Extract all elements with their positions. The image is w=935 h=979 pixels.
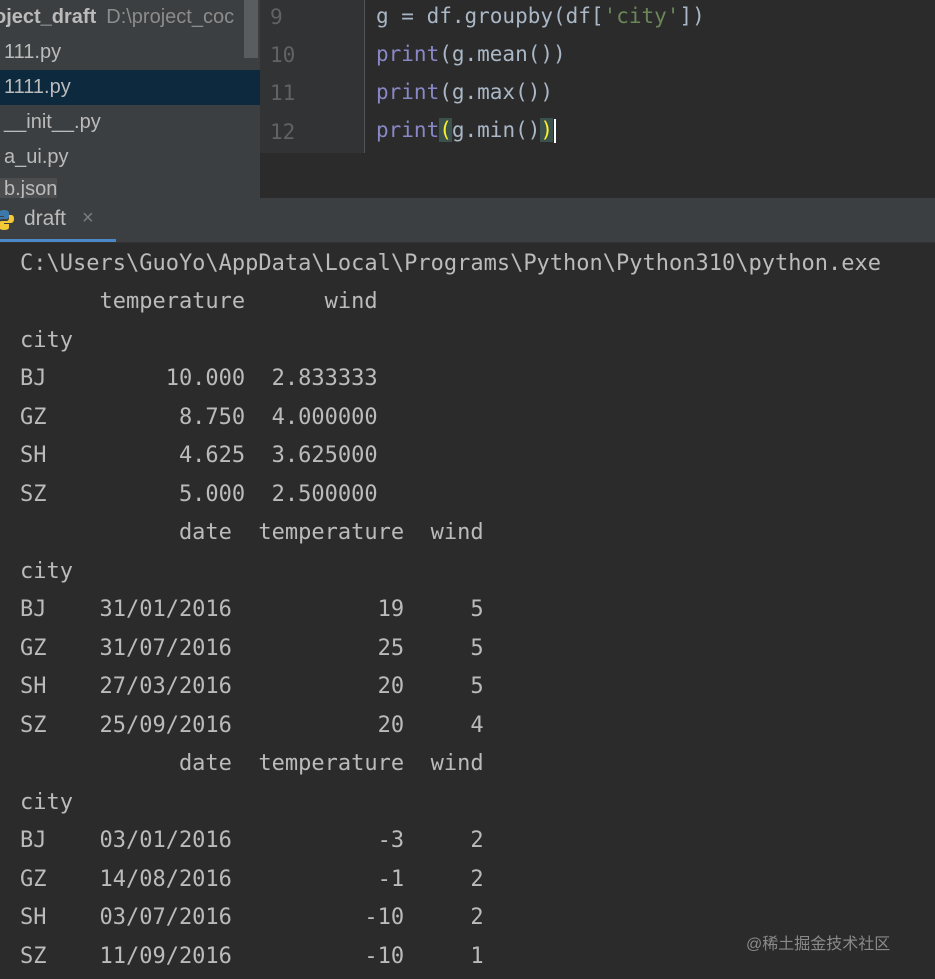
tree-file-a-ui[interactable]: a_ui.py	[0, 140, 260, 175]
project-root-path: D:\project_coc	[106, 6, 235, 28]
console-line: SH 4.625 3.625000	[20, 443, 378, 468]
matched-paren-close: )	[540, 118, 554, 142]
code-line[interactable]: print(g.min())	[376, 118, 557, 143]
console-line: city	[20, 559, 73, 584]
console-line: BJ 10.000 2.833333	[20, 366, 378, 391]
console-line: date temperature wind	[20, 751, 484, 776]
builtin-print: print	[376, 42, 440, 66]
string-literal: 'city'	[603, 4, 680, 28]
line-number: 10	[270, 43, 296, 67]
tree-file-b-json[interactable]: b.json	[0, 172, 260, 198]
gutter-divider	[364, 0, 365, 153]
project-root-name: oject_draft	[0, 6, 97, 28]
file-label: b.json	[0, 178, 58, 198]
file-label: a_ui.py	[4, 146, 69, 168]
tree-scrollbar[interactable]	[244, 0, 258, 58]
code-line[interactable]: print(g.max())	[376, 80, 553, 104]
run-toolwindow-header: draft ×	[0, 198, 935, 243]
text-caret	[554, 119, 557, 143]
console-line: GZ 8.750 4.000000	[20, 405, 378, 430]
close-icon[interactable]: ×	[82, 207, 94, 230]
line-number: 12	[270, 120, 296, 144]
code-text: (g.mean())	[439, 42, 566, 66]
console-line: SZ 5.000 2.500000	[20, 482, 378, 507]
console-line: temperature wind	[20, 289, 378, 314]
line-number: 9	[270, 5, 283, 29]
watermark-text: @稀土掘金技术社区	[746, 936, 891, 953]
console-line: BJ 03/01/2016 -3 2	[20, 828, 484, 853]
console-line: SH 03/07/2016 -10 2	[20, 905, 484, 930]
console-line: date temperature wind	[20, 520, 484, 545]
editor-empty-area[interactable]	[260, 153, 935, 198]
code-text: (g.max())	[439, 80, 554, 104]
code-line[interactable]: print(g.mean())	[376, 42, 566, 66]
project-panel: oject_draft D:\project_coc 111.py 1111.py…	[0, 0, 260, 198]
console-line: city	[20, 328, 73, 353]
builtin-print: print	[376, 118, 440, 142]
project-root-node[interactable]: oject_draft D:\project_coc	[0, 0, 254, 35]
tree-file-init[interactable]: __init__.py	[0, 105, 260, 140]
file-label: 111.py	[4, 41, 62, 63]
matched-paren-open: (	[439, 118, 452, 142]
code-line[interactable]: g = df.groupby(df['city'])	[376, 4, 705, 28]
python-icon	[0, 210, 14, 230]
code-text: ])	[679, 4, 705, 28]
console-line: GZ 14/08/2016 -1 2	[20, 867, 484, 892]
code-text: g.min()	[451, 118, 541, 142]
console-line: SZ 25/09/2016 20 4	[20, 713, 484, 738]
builtin-print: print	[376, 80, 440, 104]
tree-file-1111[interactable]: 1111.py	[0, 70, 260, 105]
file-label: 1111.py	[4, 76, 71, 98]
code-text: g = df.groupby(df[	[376, 4, 604, 28]
console-line: BJ 31/01/2016 19 5	[20, 597, 484, 622]
file-label: __init__.py	[4, 111, 101, 133]
console-line: city	[20, 790, 73, 815]
console-line: GZ 31/07/2016 25 5	[20, 636, 484, 661]
run-tab-label: draft	[24, 207, 67, 230]
console-line: SH 27/03/2016 20 5	[20, 674, 484, 699]
line-number: 11	[270, 81, 296, 105]
tree-file-111[interactable]: 111.py	[0, 35, 260, 70]
console-line: C:\Users\GuoYo\AppData\Local\Programs\Py…	[20, 251, 881, 276]
run-console[interactable]: C:\Users\GuoYo\AppData\Local\Programs\Py…	[0, 243, 935, 979]
run-tab-draft[interactable]: draft ×	[0, 198, 116, 242]
console-line: SZ 11/09/2016 -10 1	[20, 944, 484, 969]
code-editor[interactable]: 9 g = df.groupby(df['city']) 10 print(g.…	[260, 0, 935, 153]
